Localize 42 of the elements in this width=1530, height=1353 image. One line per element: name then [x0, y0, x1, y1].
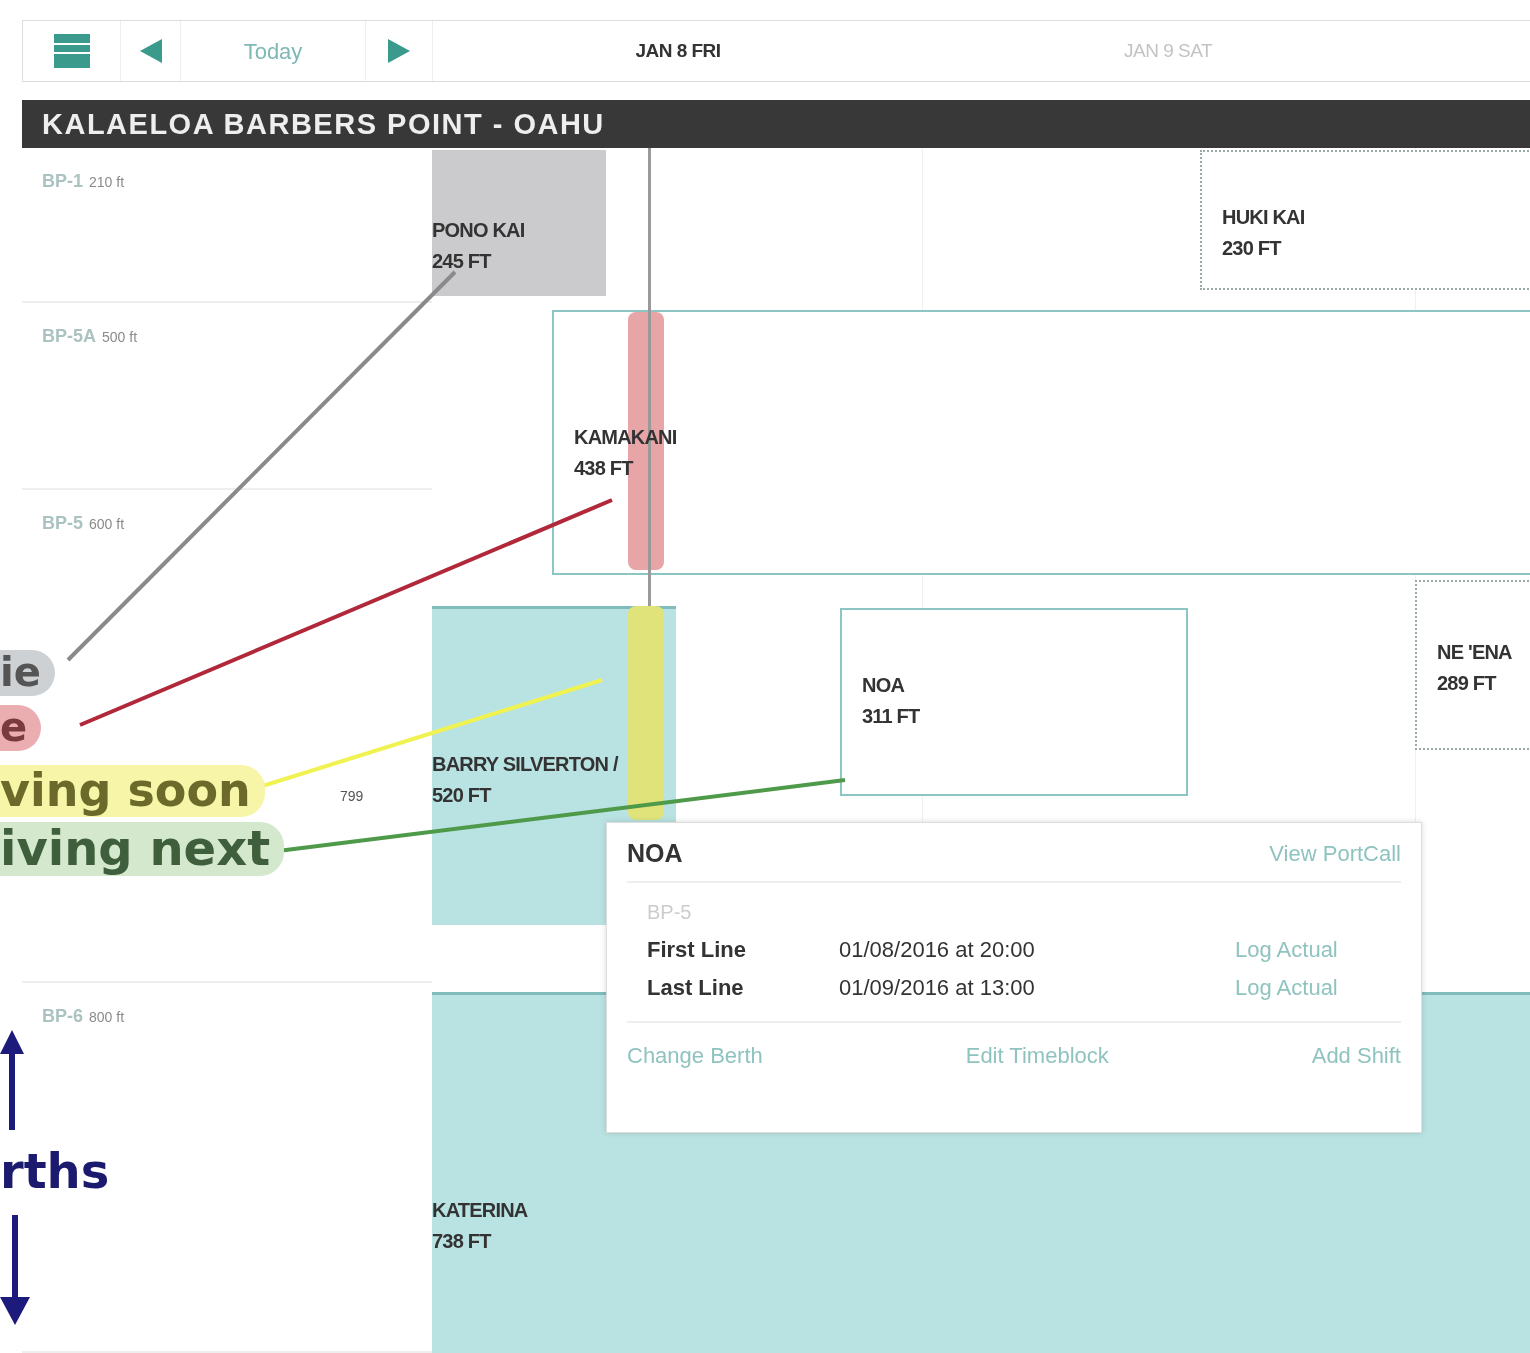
vessel-length: 245 FT [432, 249, 493, 274]
annotation-label: iving next [0, 822, 285, 876]
vessel-block[interactable]: PONO KAI 245 FT [432, 150, 606, 296]
vessel-block[interactable]: KAMAKANI 438 FT [552, 310, 1530, 575]
left-arrow-icon [139, 39, 162, 63]
berth-length: 600 ft [89, 516, 125, 532]
berth-name: BP-1 [42, 171, 83, 191]
vessel-name: PONO KAI [432, 218, 526, 243]
vessel-block[interactable]: HUKI KAI 230 FT [1200, 150, 1530, 290]
vessel-name: KAMAKANI [574, 425, 678, 450]
row-label: First Line [647, 936, 747, 964]
berth-name: BP-6 [42, 1006, 83, 1026]
annotation-label: e [0, 705, 42, 751]
vessel-length: 311 FT [862, 704, 921, 729]
berth-length: 500 ft [102, 329, 138, 345]
vessel-length: 289 FT [1437, 671, 1498, 696]
right-arrow-icon [388, 39, 410, 63]
row-value: 01/08/2016 at 20:00 [839, 936, 1036, 964]
annotation-label: ving soon [0, 765, 265, 817]
tick-label: 799 [340, 787, 364, 806]
vessel-name: NE 'ENA [1437, 640, 1513, 665]
berth-length: 210 ft [89, 174, 125, 190]
vessel-length: 438 FT [574, 456, 635, 481]
berth-name: BP-5A [42, 326, 96, 346]
vessel-name: HUKI KAI [1222, 205, 1306, 230]
up-arrow-icon [0, 1030, 24, 1130]
vessel-name: KATERINA [432, 1198, 529, 1223]
vessel-name: NOA [862, 673, 906, 698]
vessel-block[interactable]: NOA 311 FT [840, 608, 1188, 796]
down-arrow-icon [0, 1215, 30, 1325]
vessel-length: 738 FT [432, 1229, 493, 1254]
port-title: KALAELOA BARBERS POINT - OAHU [22, 100, 1530, 148]
berth-name: BP-5 [42, 513, 83, 533]
vessel-block[interactable]: NE 'ENA 289 FT [1415, 580, 1530, 750]
calendar-icon [53, 34, 90, 68]
annotation-label: ie [0, 650, 55, 696]
vessel-name: BARRY SILVERTON / [432, 752, 620, 777]
date-label[interactable]: JAN 8 FRI [635, 36, 721, 66]
berth-length: 800 ft [89, 1009, 125, 1025]
vessel-length: 520 FT [432, 783, 493, 808]
annotation-label: rths [0, 1145, 111, 1199]
vessel-length: 230 FT [1222, 236, 1283, 261]
